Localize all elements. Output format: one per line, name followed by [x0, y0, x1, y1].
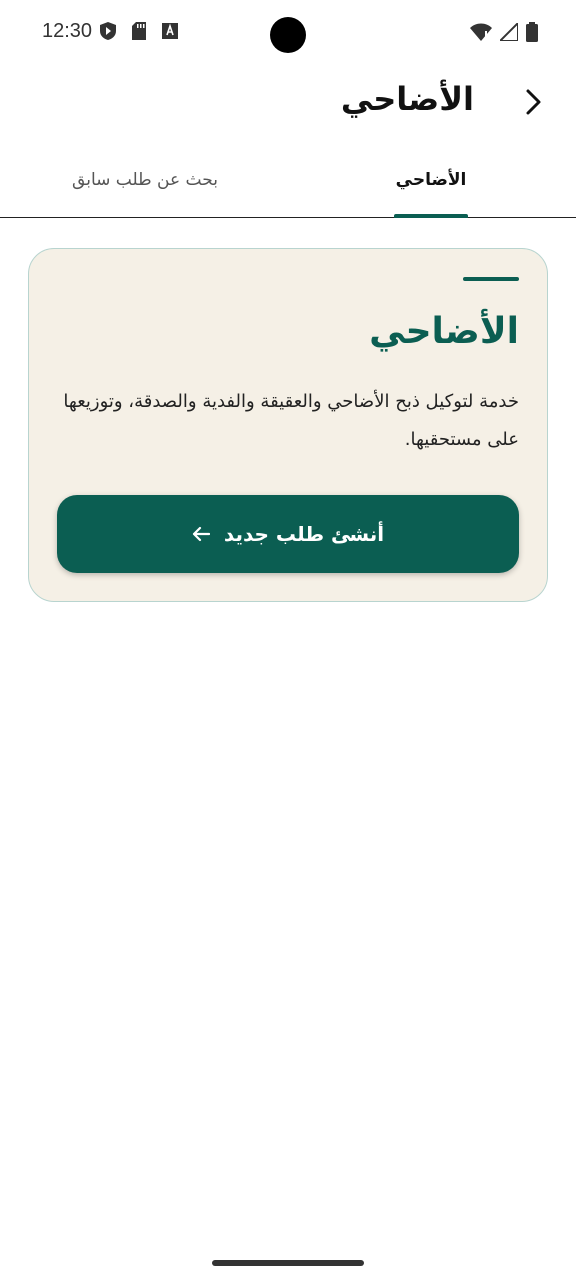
- tab-adahi[interactable]: الأضاحي: [386, 170, 476, 218]
- battery-icon: [526, 22, 538, 46]
- service-card: الأضاحي خدمة لتوكيل ذبح الأضاحي والعقيقة…: [28, 248, 548, 602]
- tab-active-indicator: [394, 214, 468, 218]
- camera-cutout: [270, 17, 306, 53]
- card-title: الأضاحي: [369, 311, 519, 352]
- tab-bar: الأضاحي بحث عن طلب سابق: [0, 150, 576, 218]
- font-a-icon: [162, 23, 178, 43]
- status-bar: 12:30: [0, 0, 576, 64]
- tab-label: الأضاحي: [395, 170, 467, 190]
- page-title: الأضاحي: [340, 80, 474, 118]
- card-accent-bar: [463, 277, 519, 281]
- shield-play-icon: [100, 22, 116, 44]
- arrow-left-icon: [192, 526, 210, 542]
- chevron-right-icon: [525, 88, 543, 120]
- status-icons-left: [100, 22, 178, 44]
- create-new-request-button[interactable]: أنشئ طلب جديد: [57, 495, 519, 573]
- sd-card-icon: [132, 22, 146, 44]
- tab-search-previous-request[interactable]: بحث عن طلب سابق: [60, 170, 230, 218]
- wifi-icon: [470, 23, 492, 45]
- gesture-nav-handle[interactable]: [212, 1260, 364, 1266]
- tab-label: بحث عن طلب سابق: [72, 170, 218, 190]
- button-label: أنشئ طلب جديد: [223, 522, 385, 546]
- status-icons-right: [470, 20, 538, 46]
- back-button[interactable]: [514, 84, 554, 124]
- app-bar: الأضاحي: [0, 64, 576, 144]
- status-time: 12:30: [42, 20, 93, 42]
- card-description: خدمة لتوكيل ذبح الأضاحي والعقيقة والفدية…: [63, 391, 519, 450]
- signal-icon: [497, 20, 519, 45]
